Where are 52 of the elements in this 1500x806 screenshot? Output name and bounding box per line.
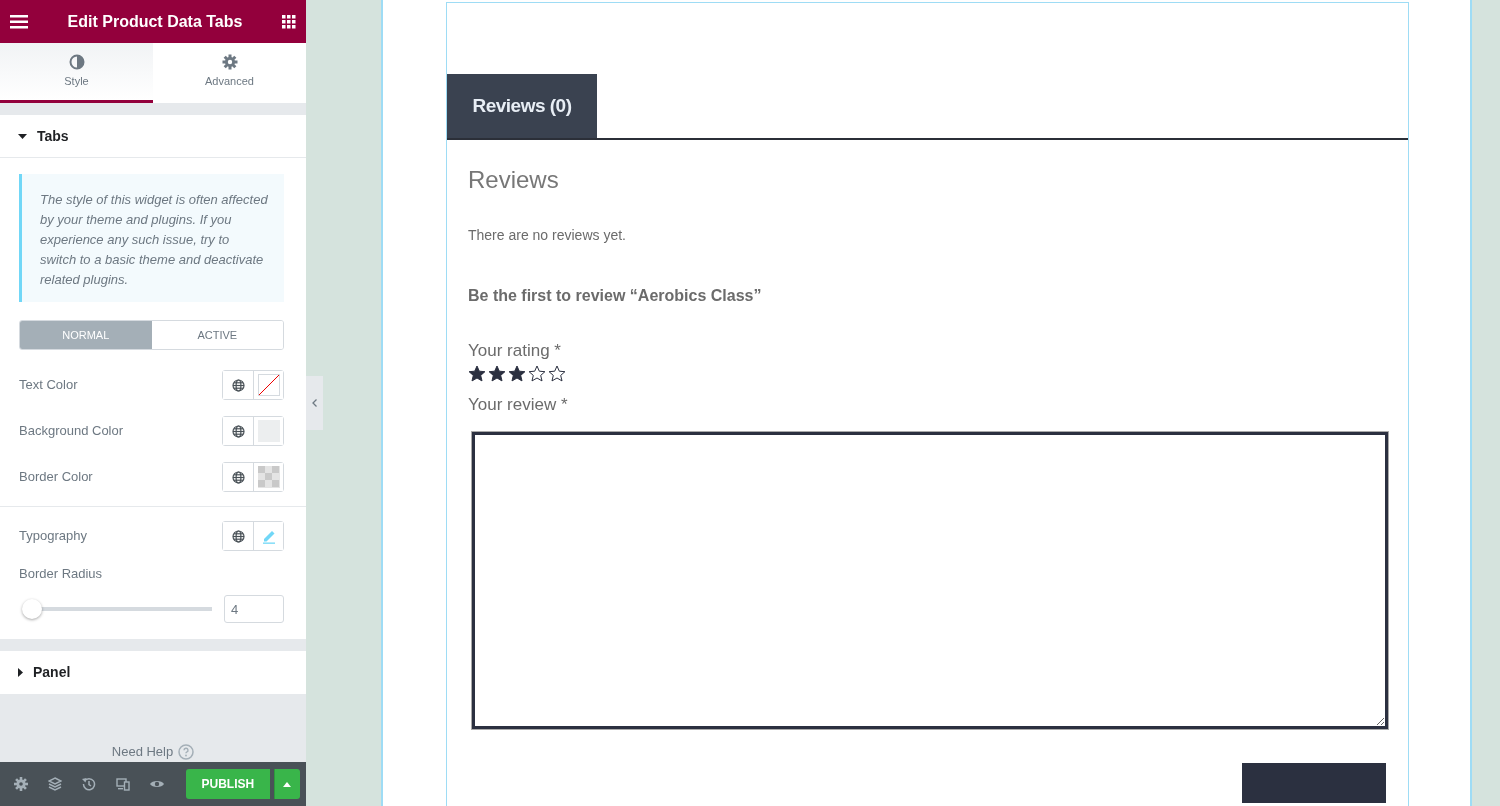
- caret-right-icon: [18, 668, 23, 677]
- menu-button[interactable]: [10, 14, 28, 29]
- settings-icon: [13, 777, 28, 791]
- grid-icon: [282, 14, 296, 29]
- caret-up-icon: [283, 781, 292, 787]
- color-swatch: [257, 374, 280, 396]
- control-label: Border Color: [19, 468, 93, 487]
- color-swatch: [257, 466, 280, 488]
- star-filled-icon[interactable]: [488, 365, 506, 383]
- review-field[interactable]: [472, 431, 1388, 729]
- devices-icon: [115, 777, 130, 791]
- caret-down-icon: [18, 133, 27, 139]
- number-field[interactable]: 4: [224, 595, 284, 623]
- color-picker[interactable]: [253, 417, 283, 445]
- control-label: Text Color: [19, 376, 78, 395]
- product-tab[interactable]: Reviews (0): [447, 74, 597, 138]
- color-picker[interactable]: [253, 463, 283, 491]
- slider-thumb[interactable]: [22, 599, 43, 619]
- star-outline-icon[interactable]: [548, 365, 566, 383]
- publish-options-button[interactable]: [273, 769, 300, 799]
- empty-message: There are no reviews yet.: [468, 225, 627, 245]
- star-filled-icon[interactable]: [508, 365, 526, 383]
- reviews-heading: Reviews: [468, 166, 560, 195]
- panel-tab[interactable]: Style: [0, 43, 153, 103]
- star-outline-icon[interactable]: [528, 365, 546, 383]
- submit-button[interactable]: [1242, 762, 1386, 803]
- menu-icon: [10, 14, 28, 29]
- panel-title: Edit Product Data Tabs: [67, 11, 243, 32]
- globe-icon: [231, 378, 245, 392]
- control-label: Border Radius: [19, 565, 104, 584]
- reply-title: Be the first to review “Aerobics Class”: [468, 285, 763, 306]
- chevron-left-icon: [312, 399, 317, 407]
- notice-text: The style of this widget is often affected by your theme and plugins. If you experience any such issue, try to switch to a basic theme and deactivate related plugins.: [19, 174, 284, 302]
- gear-icon: [221, 53, 238, 70]
- review-label: Your review *: [468, 394, 569, 417]
- help-text: Need Help: [111, 743, 174, 762]
- globe-icon: [231, 529, 245, 543]
- publish-button[interactable]: PUBLISH: [185, 769, 270, 799]
- color-picker[interactable]: [253, 371, 283, 399]
- rating-label: Your rating *: [468, 339, 562, 362]
- contrast-icon: [68, 53, 85, 70]
- history-icon: [81, 777, 96, 791]
- help-icon: [178, 744, 195, 760]
- pencil-icon: [261, 528, 276, 544]
- apps-button[interactable]: [282, 14, 296, 29]
- collapse-handle[interactable]: [306, 376, 323, 430]
- control-label: Background Color: [19, 422, 124, 441]
- control-label: Typography: [19, 527, 87, 546]
- star-filled-icon[interactable]: [468, 365, 486, 383]
- globe-icon: [231, 424, 245, 438]
- layers-icon: [47, 777, 62, 791]
- globe-icon: [231, 470, 245, 484]
